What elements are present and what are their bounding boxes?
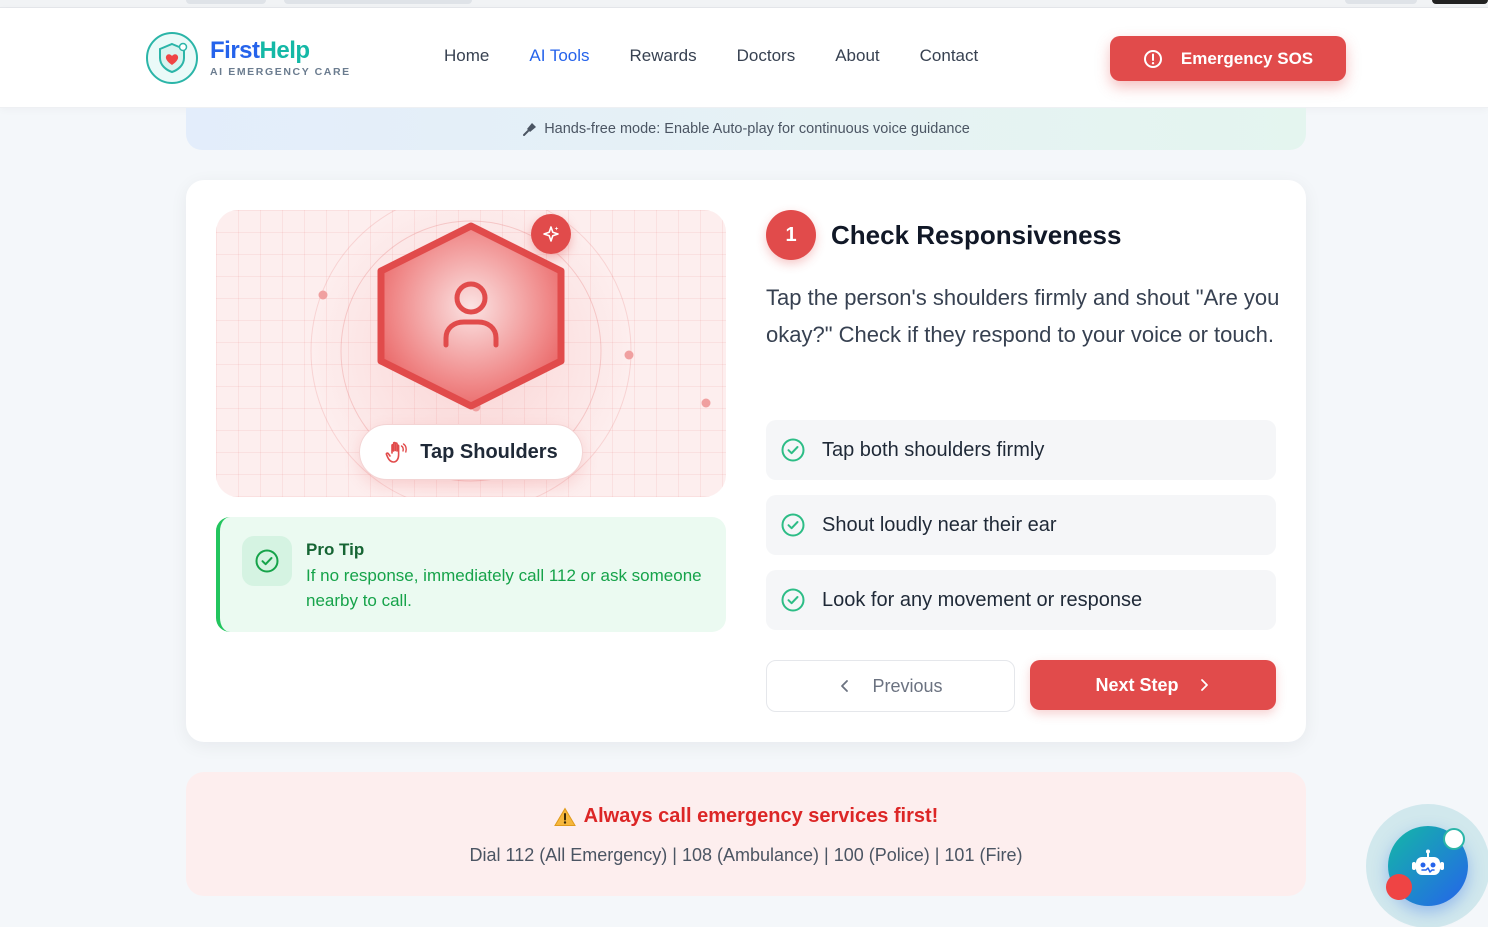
checklist-item: Shout loudly near their ear	[766, 495, 1276, 555]
nav-ai-tools[interactable]: AI Tools	[529, 46, 589, 66]
main-nav: Home AI Tools Rewards Doctors About Cont…	[444, 46, 978, 66]
nav-rewards[interactable]: Rewards	[630, 46, 697, 66]
step-checklist: Tap both shoulders firmly Shout loudly n…	[766, 420, 1276, 645]
emergency-notice-title: Always call emergency services first!	[186, 805, 1306, 828]
pro-tip-box: Pro Tip If no response, immediately call…	[216, 517, 726, 632]
step-description: Tap the person's shoulders firmly and sh…	[766, 285, 1280, 347]
nav-about[interactable]: About	[835, 46, 879, 66]
chevron-right-icon	[1200, 679, 1208, 691]
step-illustration: Tap Shoulders	[216, 210, 726, 497]
check-circle-icon	[781, 588, 805, 612]
pro-tip-title: Pro Tip	[306, 540, 365, 559]
checklist-item: Tap both shoulders firmly	[766, 420, 1276, 480]
browser-tab-edge	[1345, 0, 1417, 4]
hands-free-banner: Hands-free mode: Enable Auto-play for co…	[186, 108, 1306, 150]
robot-icon	[1412, 849, 1444, 875]
checklist-item-text: Tap both shoulders firmly	[822, 438, 1045, 461]
warning-icon	[553, 807, 576, 826]
step-title: Check Responsiveness	[831, 220, 1122, 250]
brand-title-first: First	[210, 37, 260, 64]
step-card: Tap Shoulders Pro Tip If no response, im…	[186, 180, 1306, 742]
nav-home[interactable]: Home	[444, 46, 489, 66]
browser-top-strip	[0, 0, 1488, 8]
microphone-icon	[523, 123, 537, 136]
browser-tab-edge	[284, 0, 472, 4]
sparkle-icon	[531, 214, 571, 254]
emergency-notice: Always call emergency services first! Di…	[186, 772, 1306, 896]
browser-tab-edge	[1432, 0, 1488, 4]
check-circle-icon	[781, 513, 805, 537]
emergency-sos-label: Emergency SOS	[1180, 48, 1314, 68]
chatbot-online-indicator	[1443, 828, 1465, 850]
brand-title-second: Help	[259, 37, 311, 64]
hand-icon	[385, 441, 408, 463]
heart-shield-icon	[146, 32, 198, 84]
browser-tab-edge	[186, 0, 266, 4]
emergency-sos-button[interactable]: Emergency SOS	[1110, 36, 1346, 81]
checklist-item-text: Look for any movement or response	[822, 588, 1143, 611]
previous-label: Previous	[872, 675, 943, 696]
checklist-item-text: Shout loudly near their ear	[822, 513, 1057, 536]
tap-shoulders-label: Tap Shoulders	[359, 424, 583, 480]
chatbot-alert-indicator	[1386, 874, 1412, 900]
next-step-label: Next Step	[1095, 674, 1179, 695]
brand-subtitle: AI EMERGENCY CARE	[210, 66, 351, 78]
nav-doctors[interactable]: Doctors	[737, 46, 796, 66]
hands-free-text: Hands-free mode: Enable Auto-play for co…	[544, 121, 970, 137]
nav-contact[interactable]: Contact	[920, 46, 979, 66]
emergency-numbers: Dial 112 (All Emergency) | 108 (Ambulanc…	[469, 845, 1023, 865]
pro-tip-text: If no response, immediately call 112 or …	[306, 566, 702, 610]
previous-button[interactable]: Previous	[766, 660, 1015, 712]
brand-title: FirstHelp	[210, 38, 351, 64]
site-header: FirstHelp AI EMERGENCY CARE Home AI Tool…	[0, 8, 1488, 108]
tap-shoulders-text: Tap Shoulders	[420, 440, 558, 463]
chevron-left-icon	[841, 680, 849, 692]
alert-circle-icon	[1143, 49, 1162, 68]
next-step-button[interactable]: Next Step	[1030, 660, 1276, 710]
step-number-badge: 1	[766, 210, 816, 260]
emergency-notice-title-text: Always call emergency services first!	[583, 805, 939, 827]
check-circle-icon	[781, 438, 805, 462]
checklist-item: Look for any movement or response	[766, 570, 1276, 630]
check-circle-icon	[242, 536, 292, 586]
brand-logo[interactable]: FirstHelp AI EMERGENCY CARE	[146, 32, 351, 84]
